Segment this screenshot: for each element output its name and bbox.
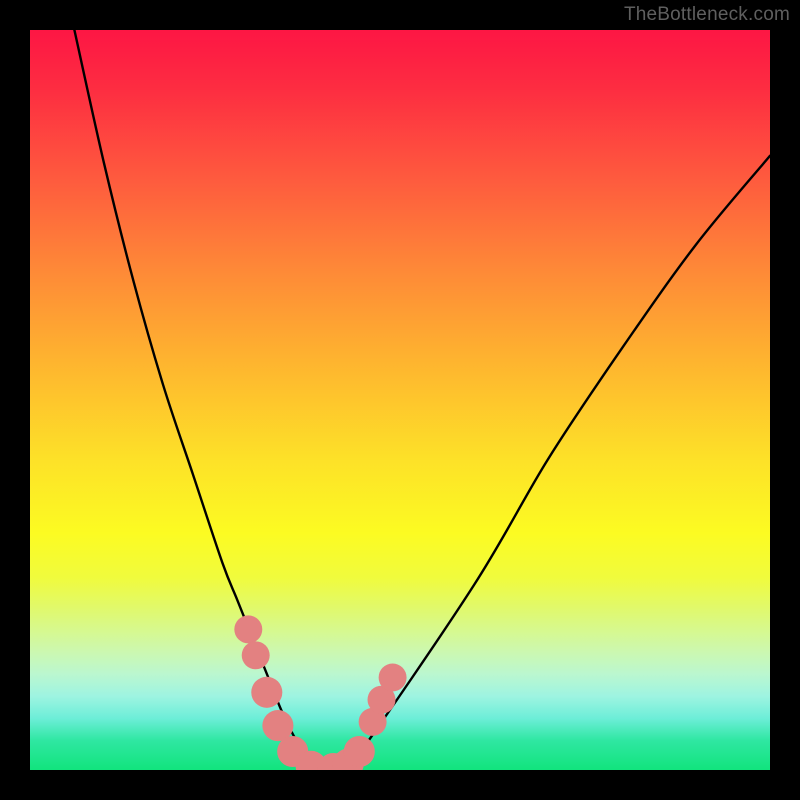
marker-point: [242, 641, 270, 669]
chart-plot-area: [30, 30, 770, 770]
bottleneck-curve: [74, 30, 770, 770]
marker-point: [251, 677, 282, 708]
markers-group: [234, 615, 406, 770]
chart-frame: TheBottleneck.com: [0, 0, 800, 800]
marker-point: [344, 736, 375, 767]
attribution-text: TheBottleneck.com: [624, 4, 790, 26]
chart-svg: [30, 30, 770, 770]
marker-point: [234, 615, 262, 643]
marker-point: [379, 664, 407, 692]
